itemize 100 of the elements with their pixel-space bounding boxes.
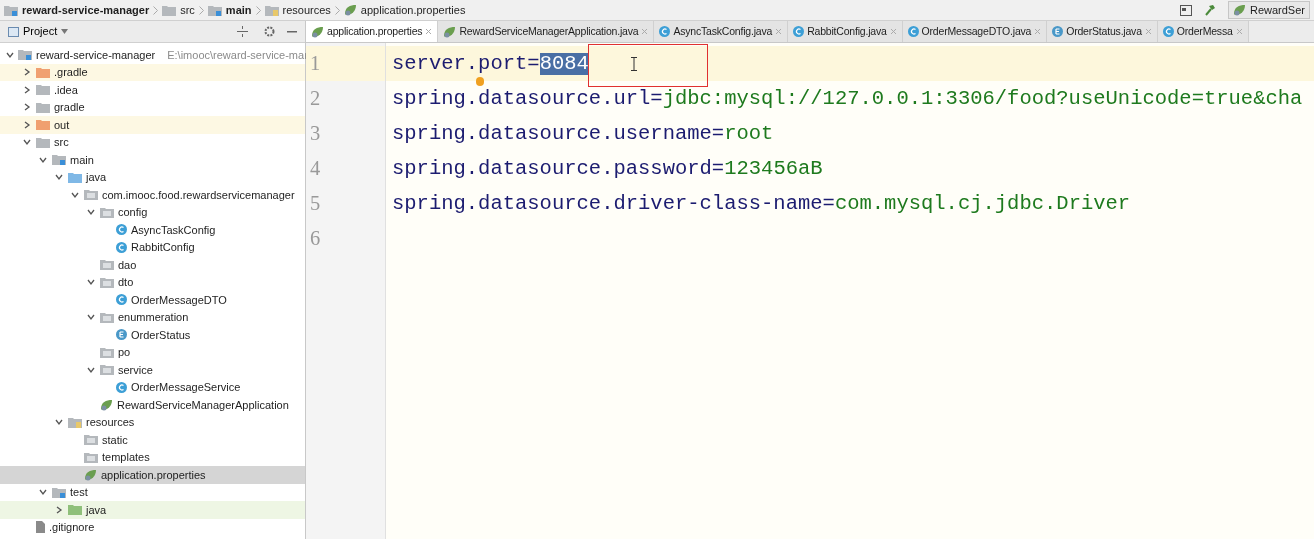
run-config-button[interactable]: RewardSer — [1227, 1, 1310, 19]
separator-icon — [198, 5, 204, 15]
chevron-down-icon[interactable] — [87, 278, 95, 287]
editor-tab[interactable]: OrderMessa — [1157, 21, 1249, 42]
tree-item[interactable]: dao — [0, 256, 305, 274]
editor-tab[interactable]: application.properties — [306, 21, 439, 42]
folder-icon — [36, 136, 50, 148]
minimize-icon[interactable] — [287, 30, 297, 33]
chevron-right-icon[interactable] — [55, 505, 63, 514]
breadcrumb[interactable]: reward-service-manager — [22, 1, 150, 19]
folder-icon — [36, 119, 50, 131]
leaf-icon — [1232, 4, 1246, 16]
chevron-down-icon[interactable] — [55, 418, 63, 427]
tree-item[interactable]: dto — [0, 273, 305, 291]
enum-icon — [116, 329, 127, 341]
tree-item-label: out — [54, 117, 70, 133]
tree-item[interactable]: OrderMessageService — [0, 378, 305, 396]
tree-item[interactable]: .idea — [0, 81, 305, 99]
code-line: server.port= — [392, 52, 540, 75]
chevron-down-icon[interactable] — [6, 50, 14, 59]
chevron-down-icon[interactable] — [87, 365, 95, 374]
folder-icon — [68, 416, 82, 428]
folder-icon — [52, 154, 66, 166]
editor-tab[interactable]: OrderMessageDTO.java — [902, 21, 1048, 42]
folder-icon — [36, 101, 50, 113]
tree-item-label: config — [118, 205, 148, 220]
hammer-icon[interactable] — [1203, 4, 1216, 16]
breadcrumb[interactable]: src — [180, 1, 195, 19]
tree-item-label: dto — [118, 275, 134, 290]
folder-icon — [100, 206, 114, 218]
code-editor[interactable] — [306, 43, 1314, 539]
code-line: spring.datasource.username= — [392, 122, 725, 145]
folder-icon — [207, 4, 222, 16]
editor-tab[interactable]: RewardServiceManagerApplication.java — [438, 21, 655, 42]
dropdown-caret-icon[interactable] — [61, 29, 69, 34]
tree-item[interactable]: po — [0, 343, 305, 361]
tree-item-label: .gitignore — [49, 520, 95, 535]
leaf-icon — [343, 4, 357, 16]
folder-icon — [84, 434, 98, 446]
window-icon[interactable] — [1179, 4, 1192, 16]
tree-item[interactable]: reward-service-manager E:\imooc\reward-service-mar — [0, 46, 305, 64]
panel-title[interactable]: Project — [23, 23, 58, 40]
breadcrumb[interactable]: main — [225, 1, 252, 19]
tree-item[interactable]: OrderStatus — [0, 326, 305, 344]
tree-item[interactable]: out — [0, 116, 305, 134]
tree-item-label: application.properties — [101, 467, 206, 483]
folder-icon — [264, 4, 279, 16]
tree-item-label: java — [86, 170, 107, 185]
code-value: 8084 — [539, 52, 589, 75]
tree-item-label: RabbitConfig — [131, 240, 195, 255]
folder-icon — [52, 486, 66, 498]
tree-item[interactable]: AsyncTaskConfig — [0, 221, 305, 239]
folder-icon — [36, 66, 50, 78]
tree-item[interactable]: com.imooc.food.rewardservicemanager — [0, 186, 305, 204]
tree-item[interactable]: java — [0, 501, 305, 519]
class-icon — [1162, 26, 1174, 37]
tree-item[interactable]: service — [0, 361, 305, 379]
tree-item-label: reward-service-manager — [36, 47, 156, 63]
settings-icon[interactable] — [264, 26, 275, 37]
tree-item[interactable]: main — [0, 151, 305, 169]
folder-icon — [100, 346, 114, 358]
tree-item[interactable]: config — [0, 203, 305, 221]
tree-item[interactable]: java — [0, 168, 305, 186]
tree-item[interactable]: resources — [0, 413, 305, 431]
folder-icon — [84, 451, 98, 463]
line-number: 2 — [309, 86, 322, 112]
tree-item[interactable]: test — [0, 483, 305, 501]
tree-item[interactable]: enummeration — [0, 308, 305, 326]
collapse-icon[interactable] — [237, 26, 248, 37]
chevron-down-icon[interactable] — [87, 313, 95, 322]
tree-item[interactable]: application.properties — [0, 466, 305, 484]
tree-item[interactable]: gradle — [0, 98, 305, 116]
tree-item[interactable]: src — [0, 133, 305, 151]
tree-item[interactable]: templates — [0, 448, 305, 466]
breadcrumb[interactable]: application.properties — [360, 1, 466, 19]
code-value: jdbc:mysql://127.0.0.1:3306/food?useUnicode=true&cha — [662, 87, 1303, 110]
tree-item[interactable]: RabbitConfig — [0, 238, 305, 256]
tree-item-label: main — [70, 152, 94, 168]
tree-item[interactable]: .gitignore — [0, 518, 305, 536]
tree-item[interactable]: RewardServiceManagerApplication — [0, 396, 305, 414]
tree-item[interactable]: static — [0, 431, 305, 449]
tree-item[interactable]: .gradle — [0, 63, 305, 81]
class-icon — [659, 26, 671, 37]
leaf-icon — [84, 468, 97, 481]
class-icon — [907, 26, 919, 37]
line-number: 1 — [306, 46, 385, 81]
tree-item-label: test — [70, 485, 88, 500]
breadcrumb[interactable]: resources — [282, 1, 331, 19]
editor-tab[interactable]: OrderStatus.java — [1047, 21, 1158, 42]
tree-item-label: gradle — [54, 100, 85, 115]
tree-item-label: OrderMessageService — [131, 380, 241, 395]
tree-item-label: resources — [86, 415, 135, 430]
chevron-down-icon[interactable] — [39, 488, 47, 497]
editor-tab[interactable]: AsyncTaskConfig.java — [654, 21, 789, 42]
tree-item-label: service — [118, 362, 153, 378]
tree-item[interactable]: OrderMessageDTO — [0, 291, 305, 309]
class-icon — [116, 224, 127, 236]
code-value: 123456aB — [724, 157, 823, 180]
editor-tab[interactable]: RabbitConfig.java — [788, 21, 903, 42]
tree-item-label: OrderMessageDTO — [131, 292, 227, 308]
